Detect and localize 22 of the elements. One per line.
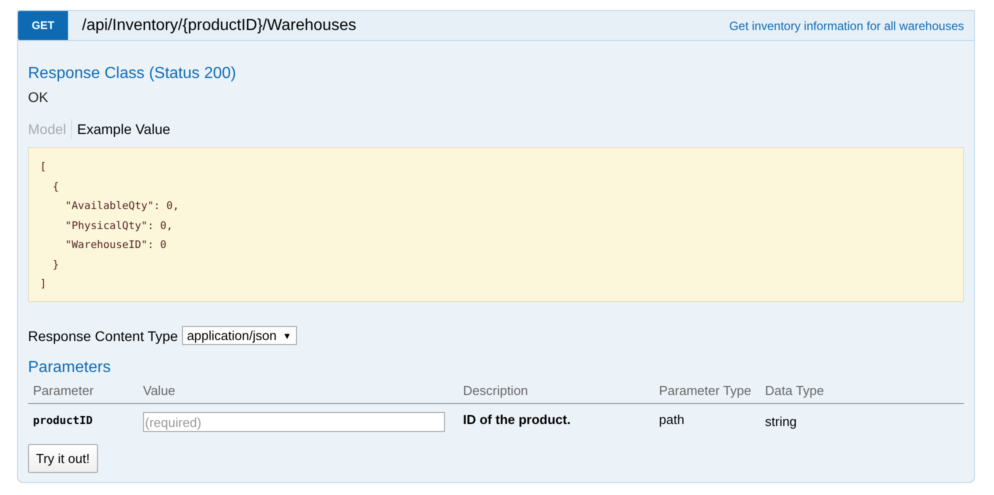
column-header: Parameter: [28, 381, 138, 404]
column-header: Data Type: [760, 381, 964, 404]
http-method-badge: GET: [18, 11, 68, 40]
operation-summary-link[interactable]: Get inventory information for all warehouses: [729, 18, 964, 32]
data-type: string: [760, 404, 964, 436]
parameter-value-field[interactable]: (required): [143, 412, 445, 432]
content-type-label: Response Content Type: [28, 328, 178, 344]
example-value-code: [ { "AvailableQty": 0, "PhysicalQty": 0, "WarehouseID": 0 } ]: [28, 147, 964, 302]
response-class-heading: Response Class (Status 200): [28, 65, 238, 83]
column-header: Value: [138, 381, 458, 404]
status-text: OK: [28, 89, 50, 105]
parameter-type: path: [654, 404, 760, 436]
column-header: Description: [458, 381, 654, 404]
operation-header[interactable]: GET /api/Inventory/{productID}/Warehouses Get inventory information for all warehouses: [17, 10, 975, 41]
parameter-description: ID of the product.: [458, 404, 654, 436]
parameter-name: productID: [28, 404, 138, 436]
model-tab[interactable]: Example Value: [72, 119, 176, 139]
content-type-select[interactable]: application/json ▼: [182, 326, 296, 345]
try-it-out-button[interactable]: Try it out!: [28, 444, 98, 473]
parameters-heading: Parameters: [28, 359, 112, 377]
endpoint-path: /api/Inventory/{productID}/Warehouses: [82, 16, 356, 34]
column-header: Parameter Type: [654, 381, 760, 404]
